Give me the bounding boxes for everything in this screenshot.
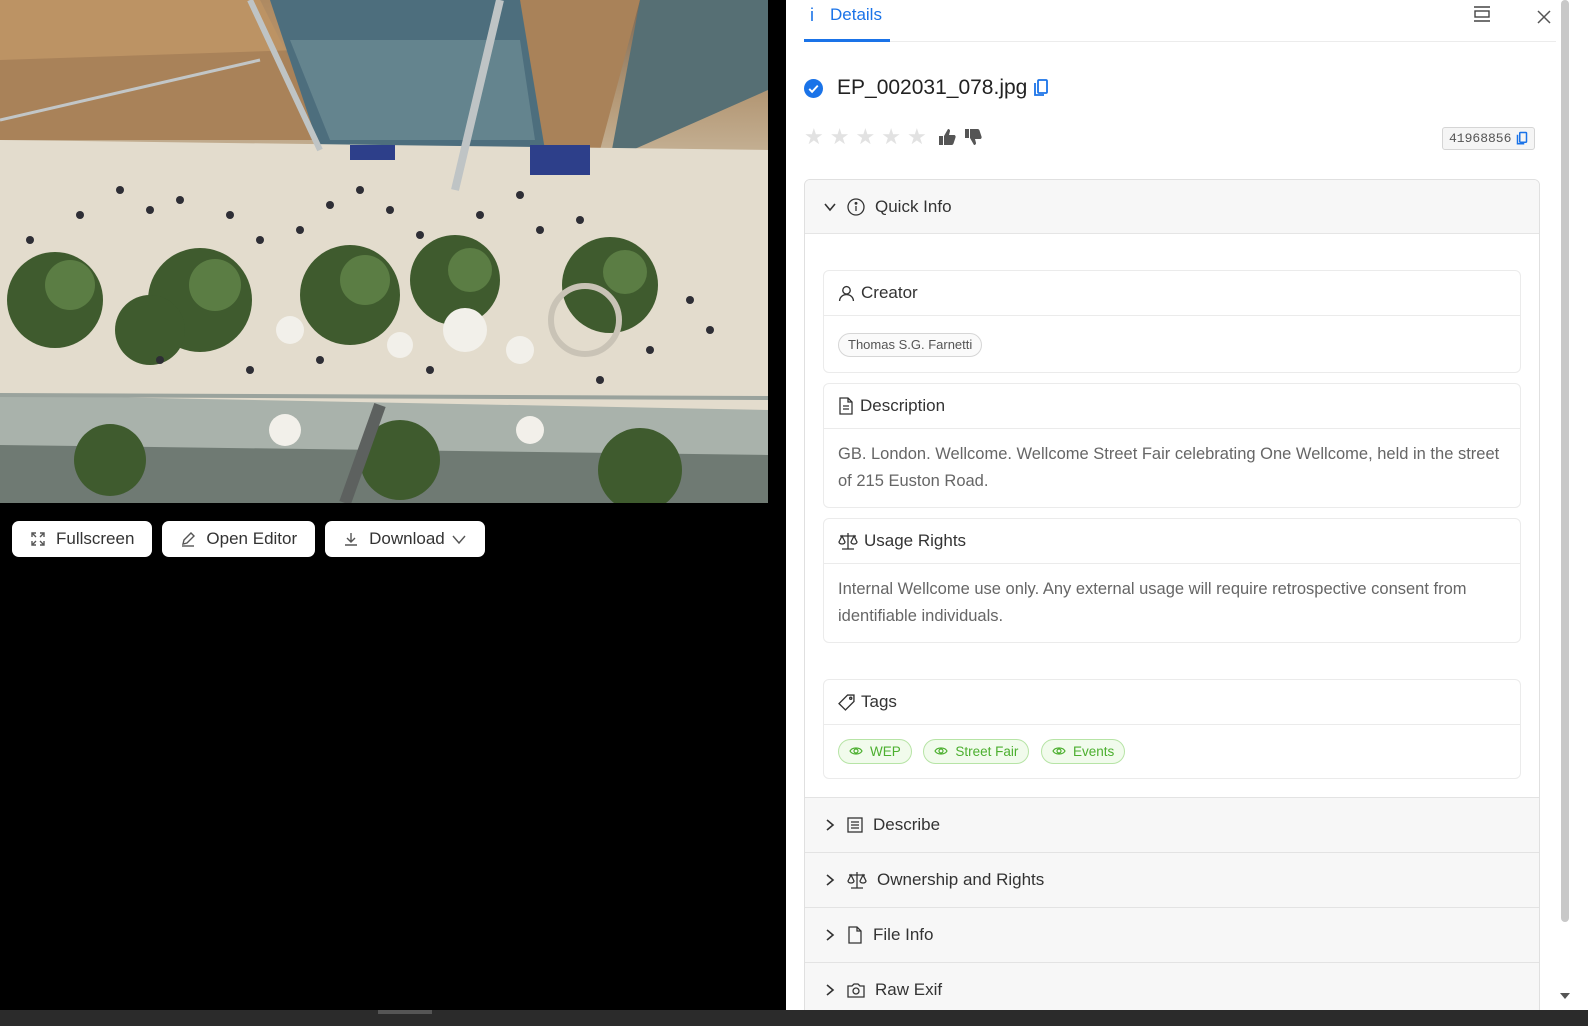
usage-rights-text: Internal Wellcome use only. Any external… xyxy=(838,580,1467,625)
tag-label: Street Fair xyxy=(955,743,1019,759)
rating-row: ★ ★ ★ ★ ★ xyxy=(804,126,983,148)
open-editor-label: Open Editor xyxy=(206,529,298,548)
info-circle-icon xyxy=(847,197,865,216)
open-editor-button[interactable]: Open Editor xyxy=(162,521,316,557)
scales-icon xyxy=(838,533,858,550)
tag-label: Events xyxy=(1072,743,1115,759)
chevron-down-icon xyxy=(452,535,466,545)
document-icon xyxy=(839,397,853,415)
description-text: GB. London. Wellcome. Wellcome Street Fa… xyxy=(838,445,1500,490)
scales-icon xyxy=(847,872,867,889)
star-icon[interactable]: ★ xyxy=(804,126,824,148)
download-icon xyxy=(345,533,358,546)
tag-chip[interactable]: WEP xyxy=(838,738,912,764)
preview-image[interactable] xyxy=(0,0,768,503)
raw-exif-label: Raw Exif xyxy=(875,980,943,999)
tag-label: WEP xyxy=(870,743,901,759)
check-circle-icon xyxy=(804,78,823,98)
panel-scrollbar[interactable] xyxy=(1556,0,1588,1010)
usage-rights-title: Usage Rights xyxy=(864,531,967,550)
collapse-panel-icon[interactable] xyxy=(1472,5,1492,23)
file-info-section[interactable]: File Info xyxy=(805,907,1539,962)
description-header: Description xyxy=(824,384,1520,429)
file-header: EP_002031_078.jpg xyxy=(804,76,1049,100)
pencil-icon xyxy=(182,532,196,547)
tab-details-label: Details xyxy=(830,5,882,24)
quick-info-body: Creator Thomas S.G. Farnetti Description… xyxy=(805,234,1539,797)
viewer-toolbar: Fullscreen Open Editor Download xyxy=(12,521,485,557)
tags-card: Tags WEP Street Fair Events xyxy=(823,679,1521,779)
description-title: Description xyxy=(860,396,946,415)
creator-card: Creator Thomas S.G. Farnetti xyxy=(823,270,1521,373)
star-icon[interactable]: ★ xyxy=(855,126,875,148)
close-icon[interactable] xyxy=(1536,9,1552,25)
tag-icon xyxy=(838,693,855,711)
file-icon xyxy=(848,926,862,944)
photo-illustration xyxy=(0,0,768,503)
details-panel: i Details EP_002031_078.jpg ★ ★ ★ ★ ★ 41… xyxy=(786,0,1556,1010)
raw-exif-section[interactable]: Raw Exif xyxy=(805,962,1539,1010)
info-icon: i xyxy=(810,5,814,25)
describe-section[interactable]: Describe xyxy=(805,797,1539,852)
download-label: Download xyxy=(369,529,445,548)
camera-icon xyxy=(847,983,865,998)
chevron-right-icon xyxy=(826,929,835,941)
fullscreen-button[interactable]: Fullscreen xyxy=(12,521,153,557)
list-icon xyxy=(847,817,863,833)
chevron-right-icon xyxy=(826,984,835,996)
creator-title: Creator xyxy=(861,283,918,302)
copy-icon[interactable] xyxy=(1516,131,1528,146)
fullscreen-label: Fullscreen xyxy=(56,529,135,548)
tag-chip[interactable]: Street Fair xyxy=(923,738,1030,764)
chevron-right-icon xyxy=(826,874,835,886)
chevron-down-icon xyxy=(824,202,836,211)
ownership-rights-label: Ownership and Rights xyxy=(877,870,1045,889)
copy-icon[interactable] xyxy=(1033,78,1049,98)
asset-id: 41968856 xyxy=(1449,131,1512,146)
download-button[interactable]: Download xyxy=(325,521,485,557)
eye-icon xyxy=(1052,747,1066,755)
tags-header: Tags xyxy=(824,680,1520,725)
usage-rights-card: Usage Rights Internal Wellcome use only.… xyxy=(823,518,1521,643)
tags-body: WEP Street Fair Events xyxy=(824,725,1520,778)
thumbs-down-icon[interactable] xyxy=(963,127,983,147)
panel-tabs: i Details xyxy=(804,0,1556,42)
eye-icon xyxy=(934,747,949,755)
creator-chip[interactable]: Thomas S.G. Farnetti xyxy=(838,332,983,357)
expand-icon xyxy=(31,532,45,546)
image-viewer: Fullscreen Open Editor Download xyxy=(0,0,786,1010)
star-icon[interactable]: ★ xyxy=(907,126,927,148)
eye-icon xyxy=(849,747,863,755)
ownership-rights-section[interactable]: Ownership and Rights xyxy=(805,852,1539,907)
creator-header: Creator xyxy=(824,271,1520,316)
description-card: Description GB. London. Wellcome. Wellco… xyxy=(823,383,1521,508)
star-icon[interactable]: ★ xyxy=(881,126,901,148)
tag-chip[interactable]: Events xyxy=(1040,738,1126,764)
quick-info-header[interactable]: Quick Info xyxy=(805,180,1539,234)
file-name: EP_002031_078.jpg xyxy=(837,76,1028,99)
scrollbar-thumb[interactable] xyxy=(1561,0,1569,922)
asset-id-badge: 41968856 xyxy=(1442,127,1536,150)
quick-info-title: Quick Info xyxy=(875,196,952,216)
metadata-accordion: Quick Info Creator Thomas S.G. Farnetti xyxy=(804,179,1540,1010)
star-icon[interactable]: ★ xyxy=(830,126,850,148)
strip-indicator xyxy=(378,1010,432,1014)
scroll-down-arrow-icon[interactable] xyxy=(1560,993,1570,999)
user-icon xyxy=(838,285,855,301)
describe-label: Describe xyxy=(873,815,941,834)
tab-details[interactable]: i Details xyxy=(804,0,890,42)
file-info-label: File Info xyxy=(873,925,934,944)
tags-title: Tags xyxy=(861,692,897,711)
thumbs-up-icon[interactable] xyxy=(937,127,957,147)
chevron-right-icon xyxy=(826,819,835,831)
bottom-strip xyxy=(0,1010,1588,1026)
creator-body: Thomas S.G. Farnetti xyxy=(824,316,1520,372)
usage-rights-header: Usage Rights xyxy=(824,519,1520,564)
